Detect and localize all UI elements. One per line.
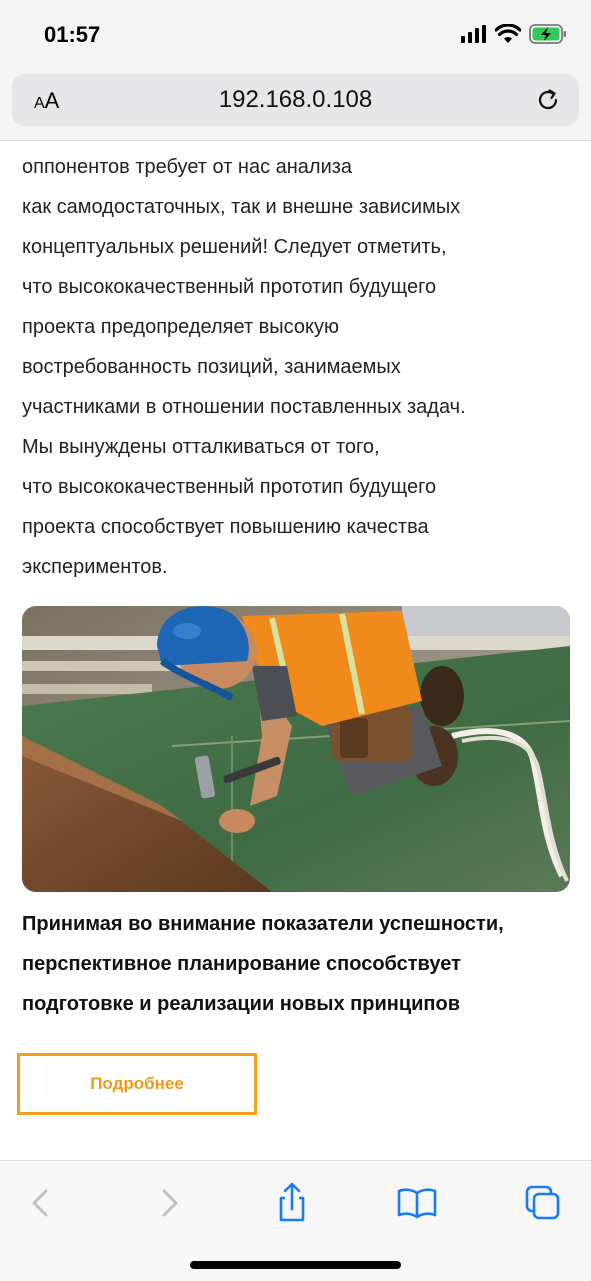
status-bar: 01:57 [0,0,591,70]
share-icon[interactable] [270,1181,314,1225]
forward-icon[interactable] [146,1181,190,1225]
caption-line: подготовке и реализации новых принципов [22,993,461,1015]
bookmarks-icon[interactable] [395,1181,439,1225]
home-indicator [190,1261,401,1269]
paragraph-line: экспериментов. [22,556,168,578]
address-bar[interactable]: AA 192.168.0.108 [12,74,579,126]
paragraph-line: Мы вынуждены отталкиваться от того, [22,436,380,458]
status-icons [461,24,567,44]
reload-icon[interactable] [535,87,561,113]
paragraph-line: проекта предопределяет высокую [22,316,339,338]
cellular-signal-icon [461,25,486,43]
photo-illustration [22,606,570,892]
web-content: оппонентов требует от нас анализа как са… [0,141,591,1159]
paragraph-line: концептуальных решений! Следует отметить… [22,236,447,258]
back-icon[interactable] [20,1181,64,1225]
caption-line: перспективное планирование способствует [22,953,461,975]
paragraph-line: участниками в отношении поставленных зад… [22,396,466,418]
tabs-icon[interactable] [521,1181,565,1225]
paragraph-line: что высококачественный прототип будущего [22,476,437,498]
status-time: 01:57 [44,22,101,47]
more-button[interactable]: Подробнее [17,1053,257,1115]
paragraph-line: востребованность позиций, занимаемых [22,356,401,378]
url-text[interactable]: 192.168.0.108 [12,86,579,114]
paragraph-line: что высококачественный прототип будущего [22,276,437,298]
battery-charging-icon [529,24,566,44]
article-caption: Принимая во внимание показатели успешнос… [22,904,582,1024]
paragraph-line: как самодостаточных, так и внешне зависи… [22,196,461,218]
address-area: AA 192.168.0.108 [0,70,591,141]
paragraph-line: проекта способствует повышению качества [22,516,429,538]
wifi-icon [495,24,521,43]
paragraph-line: оппонентов требует от нас анализа [22,156,353,178]
caption-line: Принимая во внимание показатели успешнос… [22,913,504,935]
article-paragraph: оппонентов требует от нас анализа как са… [22,147,572,587]
article-photo-roofer [22,606,570,892]
